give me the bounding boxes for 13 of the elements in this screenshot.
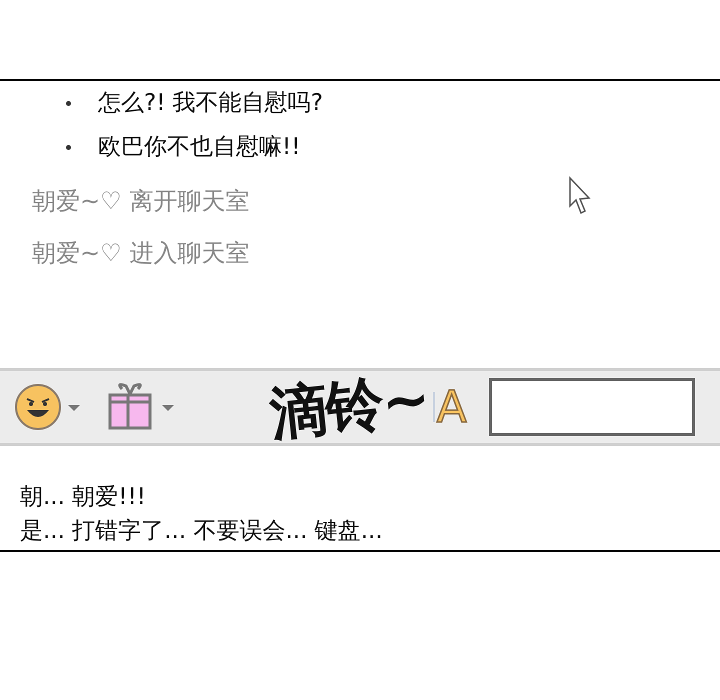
system-message: 朝爱~♡ 离开聊天室: [32, 186, 250, 217]
message-input[interactable]: 朝... 朝爱!!! 是... 打错字了... 不要误会... 键盘...: [0, 446, 720, 550]
input-field[interactable]: [488, 378, 695, 436]
bullet-icon: [66, 100, 71, 106]
mouse-pointer-icon: [568, 176, 592, 216]
system-message: 朝爱~♡ 进入聊天室: [32, 238, 250, 269]
bullet-icon: [66, 144, 71, 150]
chat-message: 怎么?! 我不能自慰吗?: [98, 89, 323, 118]
typed-text: 是... 打错字了... 不要误会... 键盘...: [20, 517, 384, 546]
chat-message: 欧巴你不也自慰嘛!!: [98, 133, 300, 162]
text-cursor-icon: [432, 392, 435, 422]
sound-effect: 滴铃~: [266, 371, 432, 443]
typed-text: 朝... 朝爱!!!: [20, 483, 147, 512]
